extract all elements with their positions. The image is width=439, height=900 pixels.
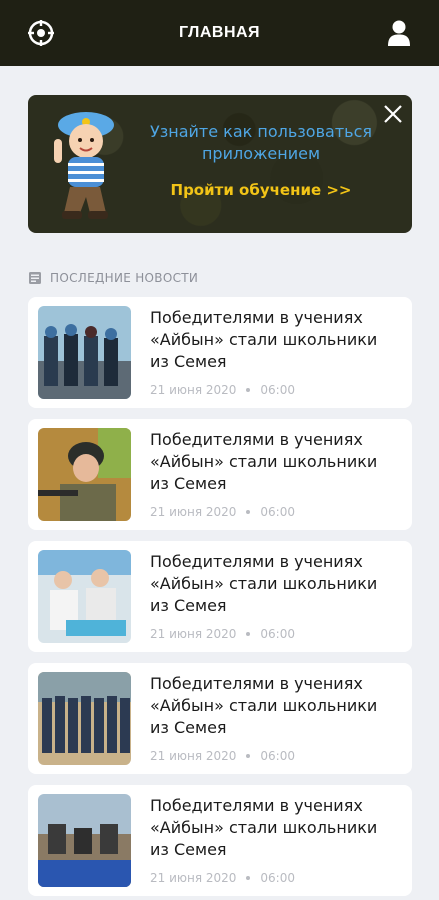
news-thumbnail	[38, 794, 131, 887]
news-title: Победителями в учениях «Айбын» стали шко…	[150, 796, 378, 859]
tutorial-banner[interactable]: Узнайте как пользоваться приложением Про…	[28, 95, 412, 233]
news-time: 06:00	[260, 383, 295, 397]
news-time: 06:00	[260, 749, 295, 763]
separator-dot	[246, 754, 251, 758]
section-title: ПОСЛЕДНИЕ НОВОСТИ	[50, 271, 199, 285]
target-icon[interactable]	[26, 18, 56, 48]
news-thumbnail	[38, 306, 131, 399]
news-date: 21 июня 2020	[150, 627, 237, 641]
news-card[interactable]: Победителями в учениях «Айбын» стали шко…	[28, 663, 412, 774]
news-meta: 21 июня 2020 06:00	[150, 383, 295, 397]
user-icon[interactable]	[385, 18, 413, 48]
page-title: ГЛАВНАЯ	[178, 24, 261, 41]
news-time: 06:00	[260, 871, 295, 885]
start-tutorial-link[interactable]: Пройти обучение >>	[136, 181, 386, 199]
news-card[interactable]: Победителями в учениях «Айбын» стали шко…	[28, 541, 412, 652]
news-date: 21 июня 2020	[150, 871, 237, 885]
top-app-bar: ГЛАВНАЯ	[0, 0, 439, 66]
news-title: Победителями в учениях «Айбын» стали шко…	[150, 674, 378, 737]
separator-dot	[246, 388, 251, 392]
banner-message: Узнайте как пользоваться приложением	[150, 122, 372, 163]
news-title: Победителями в учениях «Айбын» стали шко…	[150, 552, 378, 615]
news-date: 21 июня 2020	[150, 505, 237, 519]
news-time: 06:00	[260, 627, 295, 641]
separator-dot	[246, 632, 251, 636]
separator-dot	[246, 510, 251, 514]
news-meta: 21 июня 2020 06:00	[150, 749, 295, 763]
mascot-illustration	[40, 105, 130, 225]
news-meta: 21 июня 2020 06:00	[150, 505, 295, 519]
news-card[interactable]: Победителями в учениях «Айбын» стали шко…	[28, 297, 412, 408]
section-header: ПОСЛЕДНИЕ НОВОСТИ	[28, 268, 198, 288]
news-thumbnail	[38, 428, 131, 521]
news-title: Победителями в учениях «Айбын» стали шко…	[150, 308, 378, 371]
news-date: 21 июня 2020	[150, 383, 237, 397]
news-title: Победителями в учениях «Айбын» стали шко…	[150, 430, 378, 493]
news-thumbnail	[38, 550, 131, 643]
news-meta: 21 июня 2020 06:00	[150, 871, 295, 885]
news-date: 21 июня 2020	[150, 749, 237, 763]
news-card[interactable]: Победителями в учениях «Айбын» стали шко…	[28, 419, 412, 530]
separator-dot	[246, 876, 251, 880]
news-meta: 21 июня 2020 06:00	[150, 627, 295, 641]
news-thumbnail	[38, 672, 131, 765]
news-time: 06:00	[260, 505, 295, 519]
newspaper-icon	[29, 272, 41, 284]
news-card[interactable]: Победителями в учениях «Айбын» стали шко…	[28, 785, 412, 896]
